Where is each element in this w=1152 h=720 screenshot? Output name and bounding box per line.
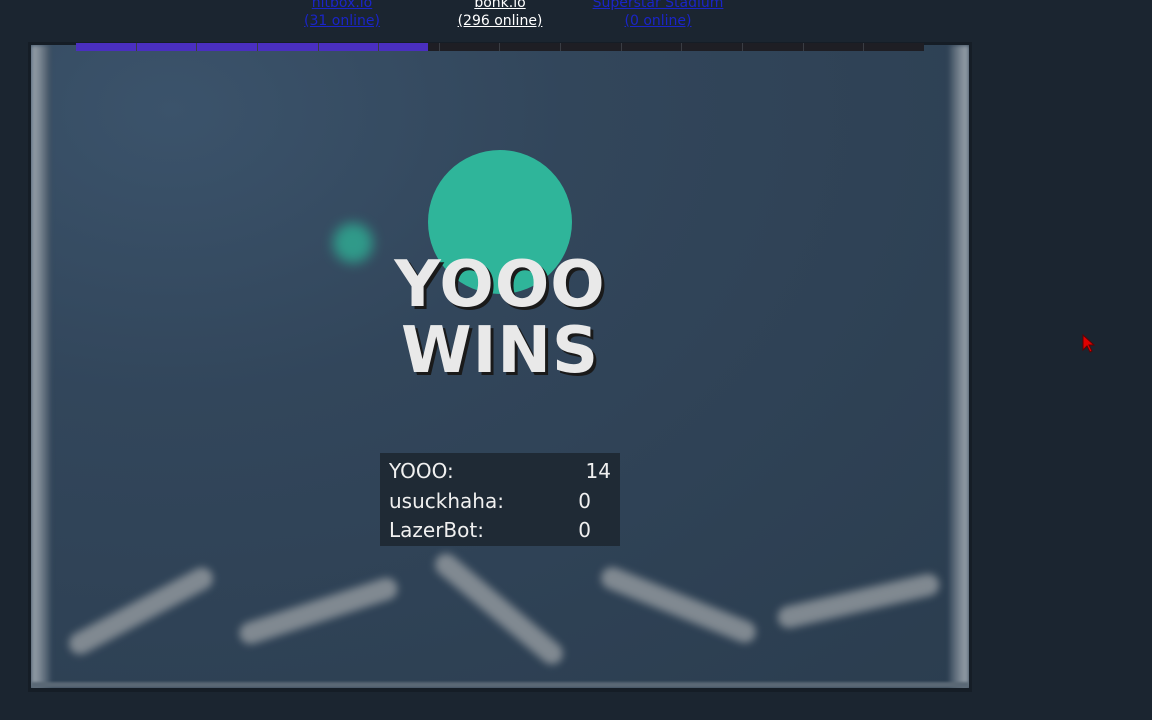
- link-hitbox-online: (31 online): [304, 13, 380, 29]
- server-links: hitbox.io (31 online) bonk.io (296 onlin…: [0, 0, 1152, 34]
- platform-2: [236, 575, 401, 647]
- score-value: 0: [578, 489, 591, 513]
- scoreboard: YOOO: 14 usuckhaha: 0 LazerBot: 0: [380, 453, 620, 546]
- platform-3: [430, 549, 568, 669]
- score-row: usuckhaha: 0: [389, 485, 611, 515]
- wins-label: WINS: [400, 314, 600, 388]
- score-player: usuckhaha:: [389, 489, 504, 513]
- platform-1: [65, 563, 217, 659]
- score-value: 14: [585, 459, 611, 483]
- platform-4: [597, 563, 760, 647]
- score-player: YOOO:: [389, 459, 454, 483]
- link-superstar[interactable]: Superstar Stadium (0 online): [588, 0, 728, 30]
- round-progress-segments: [76, 43, 924, 51]
- link-bonk[interactable]: bonk.io (296 online): [440, 0, 560, 30]
- winner-name: YOOO: [394, 248, 606, 322]
- link-hitbox[interactable]: hitbox.io (31 online): [282, 0, 402, 30]
- link-superstar-online: (0 online): [624, 13, 692, 29]
- platform-5: [775, 571, 942, 631]
- round-progress-bar: [76, 43, 924, 51]
- score-player: LazerBot:: [389, 518, 484, 542]
- score-row: YOOO: 14: [389, 455, 611, 485]
- link-hitbox-name: hitbox.io: [311, 0, 373, 11]
- link-superstar-name: Superstar Stadium: [592, 0, 724, 11]
- score-row: LazerBot: 0: [389, 514, 611, 544]
- left-wall: [31, 45, 51, 688]
- link-bonk-name: bonk.io: [474, 0, 526, 11]
- link-bonk-online: (296 online): [457, 13, 543, 29]
- floor-edge: [31, 682, 969, 688]
- score-value: 0: [578, 518, 591, 542]
- right-wall: [949, 45, 969, 688]
